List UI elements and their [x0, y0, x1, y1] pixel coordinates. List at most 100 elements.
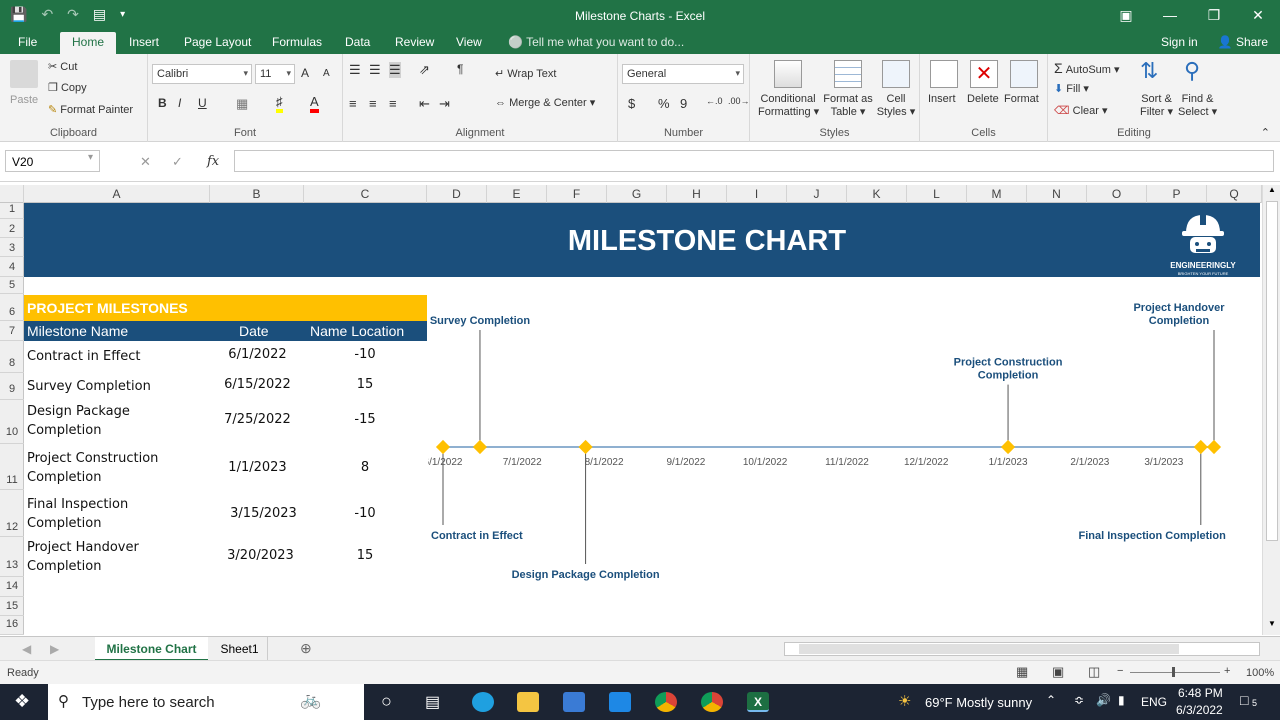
wrap-text-button[interactable]: ↵ Wrap Text: [495, 67, 556, 80]
align-right-icon[interactable]: ≡: [389, 96, 397, 111]
zoom-in-icon[interactable]: +: [1224, 665, 1230, 677]
shrink-font-button[interactable]: A: [323, 68, 330, 79]
weather-text[interactable]: 69°F Mostly sunny: [925, 695, 1032, 710]
grow-font-button[interactable]: A: [301, 66, 309, 80]
column-header[interactable]: Q: [1207, 185, 1262, 203]
vertical-scrollbar[interactable]: ▲ ▼: [1262, 185, 1280, 635]
name-box-dropdown-icon[interactable]: ▾: [88, 152, 93, 163]
milestone-timeline-chart[interactable]: 6/1/2022 7/1/2022 8/1/2022 9/1/2022 10/1/202…: [428, 283, 1258, 583]
insert-function-button[interactable]: fx: [207, 154, 219, 169]
task-view-icon[interactable]: ▤: [425, 692, 440, 712]
italic-button[interactable]: I: [178, 96, 181, 110]
column-header[interactable]: N: [1027, 185, 1087, 203]
scroll-down-icon[interactable]: ▼: [1265, 619, 1279, 633]
windows-start-icon[interactable]: ❖: [14, 691, 30, 712]
scroll-up-icon[interactable]: ▲: [1265, 185, 1279, 199]
row-header[interactable]: 5: [0, 277, 24, 294]
restore-button[interactable]: ❐: [1192, 0, 1236, 30]
autosum-button[interactable]: Σ AutoSum ▾: [1054, 60, 1120, 76]
row-header[interactable]: 2: [0, 219, 24, 238]
paste-icon[interactable]: [10, 60, 38, 88]
tab-data[interactable]: Data: [345, 35, 370, 49]
column-header[interactable]: D: [427, 185, 487, 203]
file-explorer-icon[interactable]: [517, 692, 539, 712]
insert-cells-button[interactable]: Insert: [928, 93, 956, 105]
comma-button[interactable]: 9: [680, 96, 687, 111]
row-header[interactable]: 6: [0, 294, 24, 321]
format-cells-button[interactable]: Format: [1004, 93, 1039, 105]
select-all-corner[interactable]: [0, 185, 24, 203]
align-top-icon[interactable]: ☰: [349, 62, 361, 78]
format-as-table-icon[interactable]: [834, 60, 862, 88]
format-as-table-button[interactable]: Format as Table ▾: [822, 93, 874, 118]
column-header[interactable]: A: [24, 185, 210, 203]
decrease-decimal-icon[interactable]: .00→: [728, 96, 750, 106]
table-row[interactable]: Contract in Effect 6/1/2022 -10: [24, 341, 427, 373]
align-center-icon[interactable]: ≡: [369, 96, 377, 111]
zoom-slider[interactable]: [1130, 672, 1220, 673]
column-header[interactable]: G: [607, 185, 667, 203]
insert-cells-icon[interactable]: [930, 60, 958, 88]
store-icon[interactable]: [563, 692, 585, 712]
rtl-icon[interactable]: ¶: [457, 62, 463, 76]
column-header[interactable]: E: [487, 185, 547, 203]
row-header[interactable]: 10: [0, 400, 24, 444]
formula-input[interactable]: [234, 150, 1274, 172]
column-header[interactable]: M: [967, 185, 1027, 203]
copy-button[interactable]: ❐ Copy: [48, 81, 87, 94]
row-header[interactable]: 3: [0, 238, 24, 257]
column-header[interactable]: J: [787, 185, 847, 203]
bold-button[interactable]: B: [158, 96, 167, 110]
percent-button[interactable]: %: [658, 96, 670, 111]
scroll-tabs-left-icon[interactable]: ◀: [22, 637, 31, 661]
sign-in-link[interactable]: Sign in: [1161, 35, 1198, 49]
number-format-select[interactable]: General: [622, 64, 744, 84]
row-header[interactable]: 11: [0, 444, 24, 490]
delete-cells-icon[interactable]: ✕: [970, 60, 998, 88]
notifications-icon[interactable]: □: [1240, 692, 1248, 708]
cancel-formula-icon[interactable]: ✕: [140, 154, 151, 170]
battery-icon[interactable]: ▮: [1118, 693, 1125, 707]
tell-me-box[interactable]: ⚪ Tell me what you want to do...: [508, 35, 684, 49]
taskbar-search-box[interactable]: ⚲ Type here to search 🚲: [48, 684, 364, 720]
sheet-tab-sheet1[interactable]: Sheet1: [212, 637, 268, 661]
orientation-icon[interactable]: ⇗: [419, 62, 430, 78]
underline-button[interactable]: U: [198, 96, 207, 110]
tab-view[interactable]: View: [456, 35, 482, 49]
paste-button[interactable]: Paste: [10, 94, 38, 106]
column-header[interactable]: H: [667, 185, 727, 203]
font-size-select[interactable]: 11: [255, 64, 295, 84]
tab-home[interactable]: Home: [60, 32, 117, 54]
table-row[interactable]: Project Construction Completion 1/1/2023…: [24, 444, 427, 490]
tab-page-layout[interactable]: Page Layout: [184, 35, 251, 49]
enter-formula-icon[interactable]: ✓: [172, 154, 183, 170]
conditional-formatting-icon[interactable]: [774, 60, 802, 88]
borders-icon[interactable]: ▦: [236, 96, 248, 112]
format-painter-button[interactable]: ✎ Format Painter: [48, 103, 133, 116]
find-select-button[interactable]: Find & Select ▾: [1178, 93, 1217, 118]
horizontal-scrollbar[interactable]: [784, 642, 1260, 656]
column-header[interactable]: P: [1147, 185, 1207, 203]
cell-styles-button[interactable]: Cell Styles ▾: [876, 93, 916, 118]
decrease-indent-icon[interactable]: ⇤: [419, 96, 430, 112]
format-cells-icon[interactable]: [1010, 60, 1038, 88]
network-icon[interactable]: ≎: [1074, 693, 1084, 707]
conditional-formatting-button[interactable]: Conditional Formatting ▾: [758, 93, 819, 118]
excel-taskbar-icon[interactable]: X: [747, 692, 769, 712]
merge-center-button[interactable]: ⇔ Merge & Center ▾: [495, 96, 595, 109]
fill-button[interactable]: ⬇ Fill ▾: [1054, 82, 1089, 95]
tab-insert[interactable]: Insert: [129, 35, 159, 49]
row-header[interactable]: 4: [0, 257, 24, 277]
column-header[interactable]: K: [847, 185, 907, 203]
font-color-icon[interactable]: A: [310, 94, 319, 113]
worksheet[interactable]: MILESTONE CHART ENGINEERINGLY BRIGHTEN Y…: [24, 203, 1260, 635]
increase-decimal-icon[interactable]: ←.0: [706, 96, 723, 106]
fill-color-icon[interactable]: ♯: [276, 94, 283, 113]
cortana-icon[interactable]: ○: [381, 691, 392, 712]
sort-filter-icon[interactable]: ⇅: [1140, 58, 1158, 84]
column-header[interactable]: F: [547, 185, 607, 203]
column-header[interactable]: I: [727, 185, 787, 203]
delete-cells-button[interactable]: Delete: [967, 93, 999, 105]
row-header[interactable]: 14: [0, 577, 24, 597]
find-select-icon[interactable]: ⚲: [1184, 58, 1200, 84]
